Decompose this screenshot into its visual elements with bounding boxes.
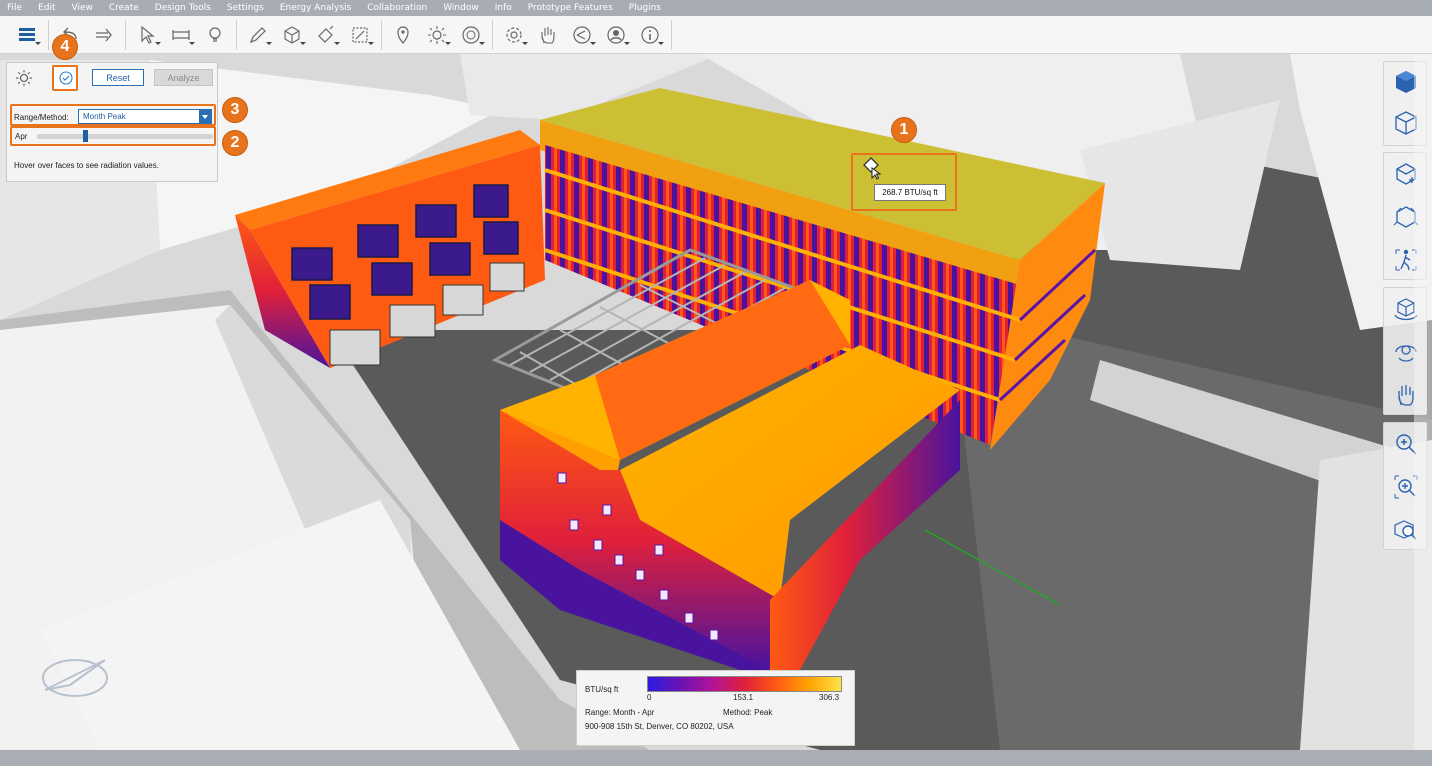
hint-button[interactable] [198, 20, 232, 50]
nav-scrollbar[interactable] [1414, 54, 1432, 750]
reset-button[interactable]: Reset [92, 69, 144, 86]
callout-highlight-month-slider [10, 126, 216, 146]
section-tool-button[interactable] [343, 20, 377, 50]
menu-design-tools[interactable]: Design Tools [155, 3, 211, 13]
sketch-tool-button[interactable] [241, 20, 275, 50]
menu-file[interactable]: File [7, 3, 22, 13]
toolbar-divider [492, 19, 493, 50]
callout-highlight-range-method [10, 104, 216, 126]
callout-3: 3 [222, 97, 248, 123]
menu-info[interactable]: Info [495, 3, 512, 13]
callout-1: 1 [891, 117, 917, 143]
sun-settings-icon [16, 70, 32, 86]
callout-2: 2 [222, 130, 248, 156]
legend-max: 306.3 [819, 693, 840, 702]
share-button[interactable] [565, 20, 599, 50]
toolbar-divider [48, 19, 49, 50]
modify-tool-button[interactable] [275, 20, 309, 50]
legend-range: Range: Month - Apr [585, 708, 655, 717]
legend-address: 900-908 15th St, Denver, CO 80202, USA [585, 722, 734, 731]
callout-4: 4 [52, 34, 78, 60]
menu-energy-analysis[interactable]: Energy Analysis [280, 3, 351, 13]
legend-min: 0 [647, 693, 652, 702]
sun-settings-button[interactable] [420, 20, 454, 50]
analyze-button[interactable]: Analyze [154, 69, 213, 86]
legend-color-bar [647, 676, 842, 692]
menu-plugins[interactable]: Plugins [629, 3, 661, 13]
lightbulb-icon [209, 26, 221, 42]
map-pin-icon [397, 25, 409, 44]
redo-icon [96, 28, 112, 41]
main-toolbar [0, 16, 1432, 54]
toolbar-divider [125, 19, 126, 50]
callout-leader-1 [955, 137, 956, 138]
info-button[interactable] [633, 20, 667, 50]
legend-method: Method: Peak [723, 708, 773, 717]
radiation-legend: BTU/sq ft 0 153.1 306.3 Range: Month - A… [576, 670, 855, 746]
status-bar [0, 750, 1432, 766]
camera-button[interactable] [454, 20, 488, 50]
hand-tool-button[interactable] [531, 20, 565, 50]
account-button[interactable] [599, 20, 633, 50]
menu-edit[interactable]: Edit [38, 3, 55, 13]
toolbar-divider [671, 19, 672, 50]
menu-window[interactable]: Window [443, 3, 479, 13]
sun-settings-tab[interactable] [12, 67, 36, 89]
menu-bar: File Edit View Create Design Tools Setti… [0, 0, 1432, 16]
paint-tool-button[interactable] [309, 20, 343, 50]
radiation-value-tooltip: 268.7 BTU/sq ft [874, 184, 946, 201]
measure-tool-button[interactable] [164, 20, 198, 50]
probe-marker-icon [863, 157, 882, 180]
legend-unit: BTU/sq ft [585, 685, 619, 694]
settings-button[interactable] [497, 20, 531, 50]
legend-mid: 153.1 [733, 693, 754, 702]
hover-hint: Hover over faces to see radiation values… [14, 161, 159, 170]
callout-highlight-check-tab [52, 65, 78, 91]
menu-settings[interactable]: Settings [227, 3, 264, 13]
menu-view[interactable]: View [72, 3, 93, 13]
redo-button[interactable] [87, 20, 121, 50]
toolbar-divider [236, 19, 237, 50]
toolbar-divider [381, 19, 382, 50]
menu-prototype-features[interactable]: Prototype Features [528, 3, 613, 13]
select-tool-button[interactable] [130, 20, 164, 50]
menu-collaboration[interactable]: Collaboration [367, 3, 427, 13]
location-button[interactable] [386, 20, 420, 50]
menu-create[interactable]: Create [109, 3, 139, 13]
browser-toggle-button[interactable] [10, 20, 44, 50]
hand-icon [541, 26, 555, 44]
